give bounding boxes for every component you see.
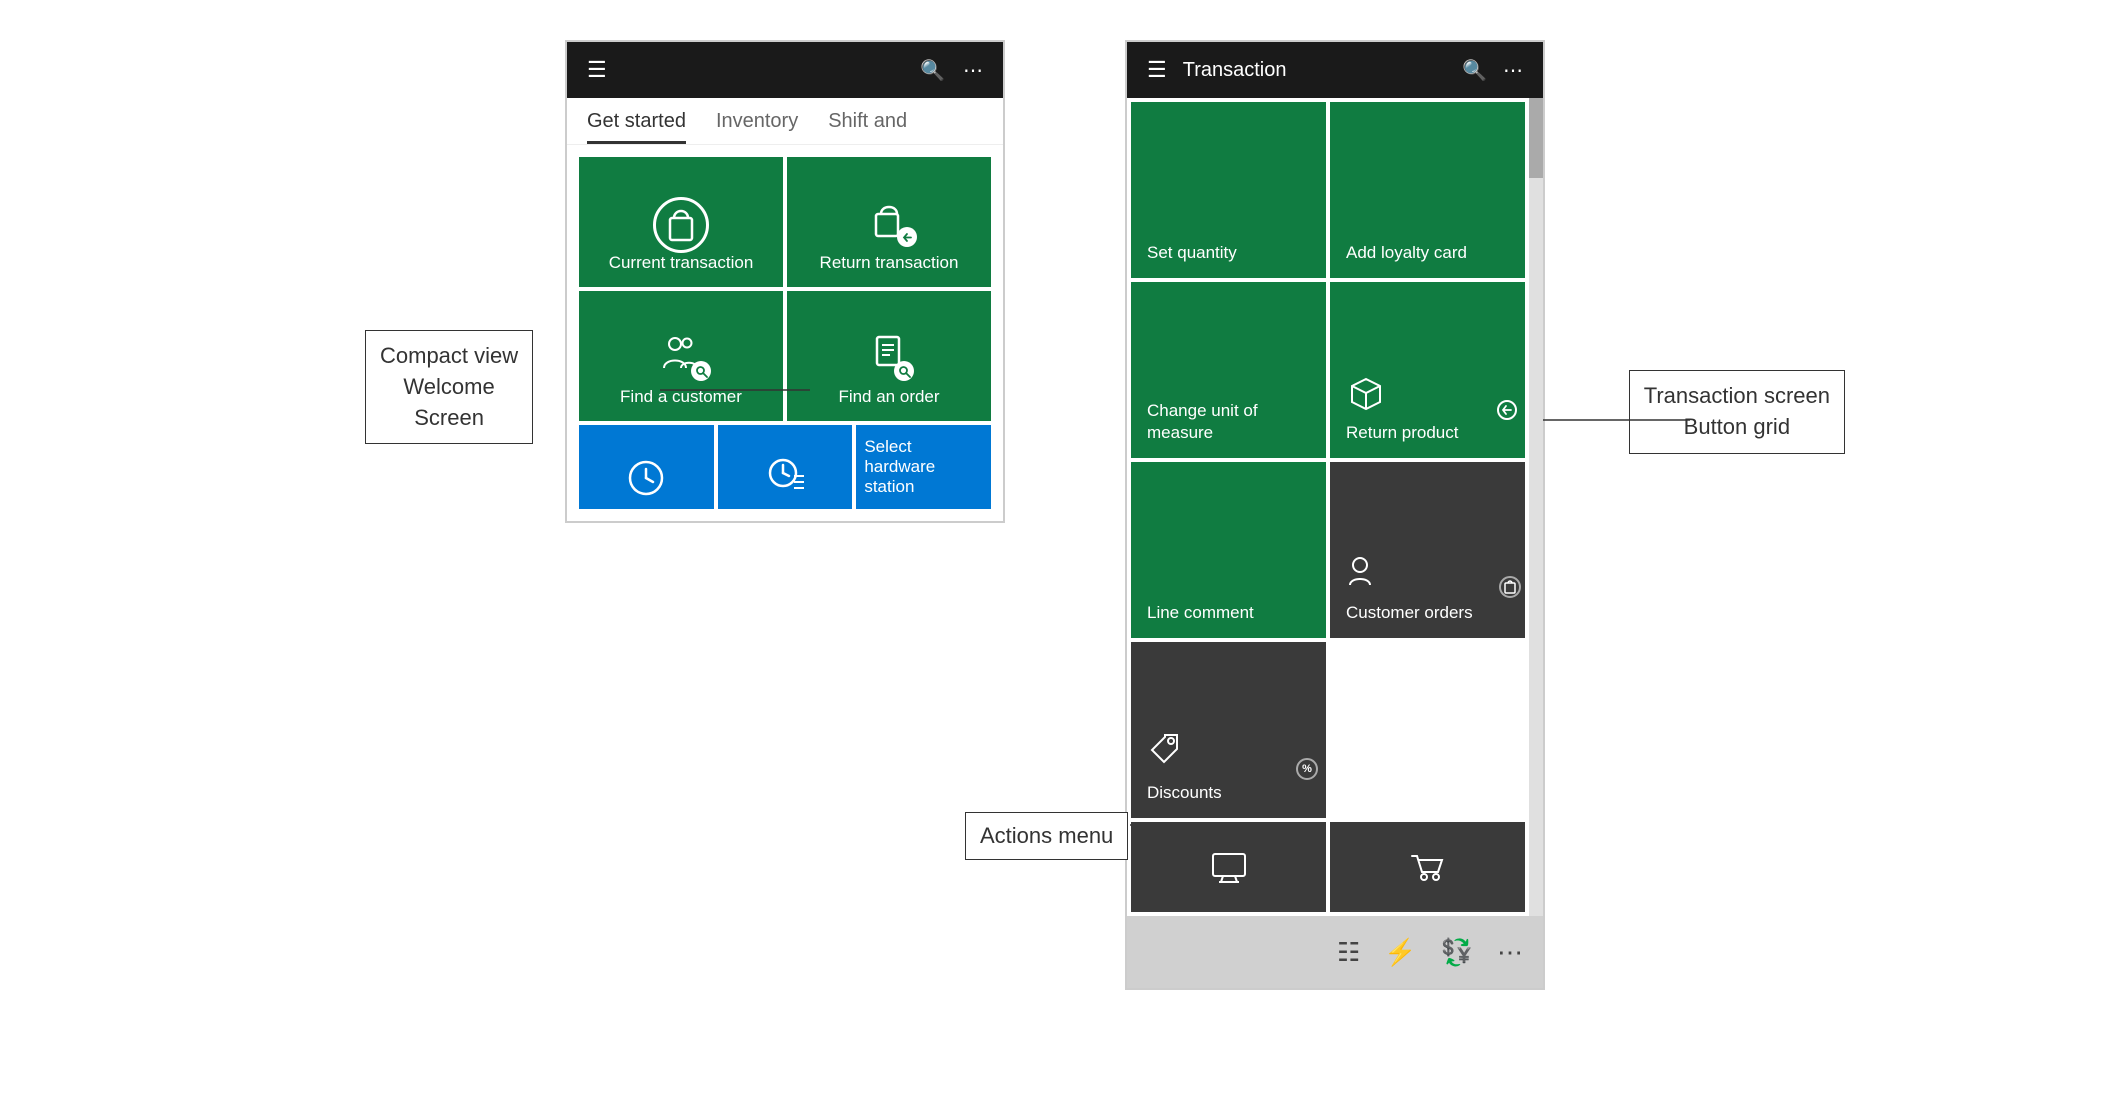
- return-transaction-label: Return transaction: [820, 253, 959, 273]
- calculator-icon[interactable]: ☷: [1337, 937, 1360, 968]
- toolbar-dots-icon[interactable]: ⋯: [1497, 937, 1523, 968]
- clock-list-icon: [766, 454, 804, 497]
- find-customer-icon: [659, 334, 703, 377]
- hamburger-icon-right[interactable]: ☰: [1147, 57, 1167, 83]
- right-tile-grid: Set quantity Add loyalty card Change uni…: [1127, 98, 1543, 822]
- bottom-tile-row: Select hardware station: [579, 425, 991, 509]
- welcome-screen-content: Current transaction: [567, 145, 1003, 521]
- clock2-tile[interactable]: [718, 425, 853, 509]
- customer-orders-tile[interactable]: Customer orders: [1330, 462, 1525, 638]
- right-section: Transaction screen Button grid Actions m…: [1125, 40, 1545, 990]
- customer-orders-icon: [1346, 553, 1509, 596]
- set-quantity-label: Set quantity: [1147, 242, 1310, 264]
- clock-icon: [627, 459, 665, 497]
- add-loyalty-label: Add loyalty card: [1346, 242, 1509, 264]
- return-transaction-tile[interactable]: Return transaction: [787, 157, 991, 287]
- find-order-icon: [872, 334, 906, 377]
- hamburger-icon[interactable]: ☰: [587, 57, 607, 83]
- tab-inventory[interactable]: Inventory: [716, 110, 798, 144]
- current-transaction-tile[interactable]: Current transaction: [579, 157, 783, 287]
- find-customer-tile[interactable]: Find a customer: [579, 291, 783, 421]
- find-order-label: Find an order: [838, 387, 939, 407]
- return-product-tile[interactable]: Return product: [1330, 282, 1525, 458]
- return-product-label: Return product: [1346, 422, 1509, 444]
- hardware-station-tile[interactable]: Select hardware station: [856, 425, 991, 509]
- set-quantity-tile[interactable]: Set quantity: [1131, 102, 1326, 278]
- left-section: Compact view Welcome Screen ☰ 🔍 ⋯ Get: [565, 40, 1005, 523]
- topbar-left: ☰ 🔍 ⋯: [567, 42, 1003, 98]
- tab-shift[interactable]: Shift and: [828, 110, 907, 144]
- page-container: Compact view Welcome Screen ☰ 🔍 ⋯ Get: [0, 0, 2110, 1096]
- transaction-screen-phone: ☰ Transaction 🔍 ⋯ Set quantity: [1125, 40, 1545, 990]
- scroll-thumb[interactable]: [1529, 98, 1543, 178]
- discounts-label: Discounts: [1147, 782, 1310, 804]
- tab-get-started[interactable]: Get started: [587, 110, 686, 144]
- money-icon[interactable]: 💱: [1441, 937, 1473, 968]
- add-loyalty-tile[interactable]: Add loyalty card: [1330, 102, 1525, 278]
- lightning-icon[interactable]: ⚡: [1384, 937, 1416, 968]
- topbar-left-icons: ☰: [587, 57, 607, 83]
- return-transaction-icon: [871, 204, 907, 243]
- change-uom-label: Change unit ofmeasure: [1147, 400, 1310, 444]
- search-icon[interactable]: 🔍: [920, 58, 945, 83]
- monitor-tile[interactable]: [1131, 822, 1326, 912]
- line-comment-label: Line comment: [1147, 602, 1310, 624]
- discounts-icon: %: [1147, 731, 1310, 776]
- compact-view-label: Compact view Welcome Screen: [365, 330, 533, 444]
- search-icon-right[interactable]: 🔍: [1462, 58, 1487, 83]
- shopping-bag-icon: [653, 197, 709, 253]
- transaction-screen-label: Transaction screen Button grid: [1629, 370, 1845, 454]
- welcome-screen-phone: ☰ 🔍 ⋯ Get started Inventory Shift and: [565, 40, 1005, 523]
- more-options-icon-right[interactable]: ⋯: [1503, 58, 1523, 83]
- customer-orders-label: Customer orders: [1346, 602, 1509, 624]
- topbar-title: Transaction: [1183, 59, 1446, 82]
- discounts-tile[interactable]: % Discounts: [1131, 642, 1326, 818]
- hardware-station-label: Select hardware station: [864, 437, 983, 497]
- topbar-right-icons: 🔍 ⋯: [920, 58, 983, 83]
- tab-bar: Get started Inventory Shift and: [567, 98, 1003, 145]
- topbar-right: ☰ Transaction 🔍 ⋯: [1127, 42, 1543, 98]
- find-customer-label: Find a customer: [620, 387, 742, 407]
- main-tile-grid: Current transaction: [579, 157, 991, 421]
- scroll-track[interactable]: [1529, 98, 1543, 916]
- more-options-icon[interactable]: ⋯: [963, 58, 983, 83]
- bottom-toolbar: ☷ ⚡ 💱 ⋯: [1127, 916, 1543, 988]
- current-transaction-label: Current transaction: [609, 253, 754, 273]
- tile-scroll-container[interactable]: Set quantity Add loyalty card Change uni…: [1127, 98, 1543, 916]
- cart-tile[interactable]: [1330, 822, 1525, 912]
- bottom-partial-tiles: [1127, 822, 1543, 912]
- clock1-tile[interactable]: [579, 425, 714, 509]
- cart-icon: [1408, 850, 1448, 884]
- change-uom-tile[interactable]: Change unit ofmeasure: [1131, 282, 1326, 458]
- line-comment-tile[interactable]: Line comment: [1131, 462, 1326, 638]
- actions-menu-label: Actions menu: [965, 812, 1128, 860]
- return-product-icon: [1346, 375, 1509, 416]
- monitor-icon: [1209, 850, 1249, 884]
- find-order-tile[interactable]: Find an order: [787, 291, 991, 421]
